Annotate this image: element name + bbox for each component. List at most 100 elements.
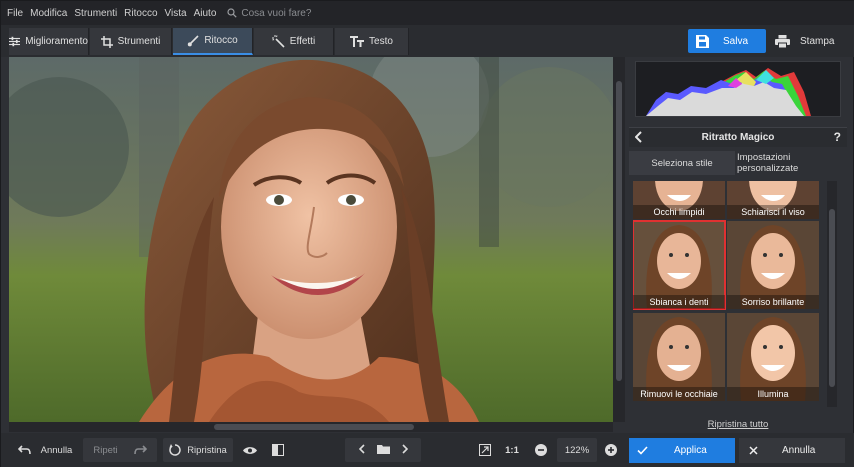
redo-icon <box>133 445 147 455</box>
panel-header: Ritratto Magico ? <box>629 127 847 147</box>
histogram <box>635 61 841 117</box>
portrait-photo <box>9 57 613 422</box>
photo-canvas[interactable] <box>9 57 613 422</box>
histogram-graph <box>646 68 811 116</box>
close-icon <box>749 446 758 455</box>
style-grid: Occhi limpidi Schiarisci il viso Sbianca… <box>633 181 823 411</box>
menu-vista[interactable]: Vista <box>165 8 187 19</box>
tab-label: Effetti <box>289 36 316 47</box>
tab-ritocco[interactable]: Ritocco <box>173 28 253 55</box>
check-icon <box>637 446 648 455</box>
redo-button[interactable]: Ripeti <box>83 438 157 462</box>
tab-label: Strumenti <box>117 36 161 47</box>
style-label: Sbianca i denti <box>633 295 725 309</box>
menu-strumenti[interactable]: Strumenti <box>74 8 117 19</box>
reset-label: Ripristina <box>187 444 227 456</box>
zoom-out-button[interactable] <box>531 438 551 462</box>
open-folder-button[interactable] <box>376 444 390 457</box>
preview-eye-button[interactable] <box>239 438 261 462</box>
subtab-seleziona-stile[interactable]: Seleziona stile <box>629 151 735 175</box>
floppy-icon <box>696 34 709 48</box>
back-button[interactable] <box>634 131 643 146</box>
menu-ritocco[interactable]: Ritocco <box>124 8 157 19</box>
cancel-button[interactable]: Annulla <box>739 438 845 463</box>
menu-aiuto[interactable]: Aiuto <box>194 8 217 19</box>
redo-label: Ripeti <box>93 444 118 456</box>
fit-to-screen-button[interactable] <box>475 438 495 462</box>
chevron-right-icon <box>401 443 408 454</box>
canvas-horizontal-scrollbar[interactable] <box>9 422 613 432</box>
style-label: Rimuovi le occhiaie <box>633 387 725 401</box>
scroll-thumb[interactable] <box>616 81 622 381</box>
sliders-icon <box>9 36 21 47</box>
panel-title: Ritratto Magico <box>701 132 775 143</box>
next-image-button[interactable] <box>401 443 408 457</box>
subtab-impostazioni-personalizzate[interactable]: Impostazioni personalizzate <box>737 151 847 175</box>
chevron-left-icon <box>358 443 365 454</box>
folder-icon <box>376 444 390 454</box>
app-window: File Modifica Strumenti Ritocco Vista Ai… <box>0 0 854 467</box>
chevron-left-icon <box>634 131 642 143</box>
save-button[interactable]: Salva <box>688 29 766 53</box>
save-label: Salva <box>723 35 749 47</box>
help-button[interactable]: ? <box>834 130 841 144</box>
tab-label: Ritocco <box>204 35 238 46</box>
apply-label: Applica <box>674 445 707 456</box>
search-placeholder: Cosa vuoi fare? <box>241 7 312 19</box>
bottom-bar: Annulla Ripeti Ripristina 1:1 122% Appli… <box>1 433 854 467</box>
tab-miglioramento[interactable]: Miglioramento <box>9 28 89 55</box>
tab-label: Testo <box>369 36 393 47</box>
cancel-label: Annulla <box>782 445 816 456</box>
style-sbianca-i-denti[interactable]: Sbianca i denti <box>633 220 726 310</box>
style-rimuovi-le-occhiaie[interactable]: Rimuovi le occhiaie <box>633 313 725 401</box>
undo-label: Annulla <box>40 444 73 456</box>
tab-label: Miglioramento <box>25 36 88 47</box>
magic-wand-icon <box>271 35 285 48</box>
reset-button[interactable]: Ripristina <box>163 438 233 462</box>
main-toolbar: Miglioramento Strumenti Ritocco Effetti … <box>1 25 854 57</box>
tab-strumenti[interactable]: Strumenti <box>90 28 172 55</box>
style-label: Occhi limpidi <box>633 205 725 219</box>
reset-all-link[interactable]: Ripristina tutto <box>629 419 847 430</box>
menu-bar: File Modifica Strumenti Ritocco Vista Ai… <box>1 1 854 25</box>
menu-file[interactable]: File <box>7 8 23 19</box>
style-occhi-limpidi[interactable]: Occhi limpidi <box>633 181 725 219</box>
prev-image-button[interactable] <box>358 443 365 457</box>
undo-button[interactable]: Annulla <box>11 438 79 462</box>
zoom-1to1-button[interactable]: 1:1 <box>501 438 523 462</box>
scroll-thumb[interactable] <box>829 209 835 387</box>
print-label: Stampa <box>800 35 835 47</box>
file-navigation <box>345 438 421 462</box>
printer-icon <box>775 34 790 48</box>
fit-screen-icon <box>479 444 491 456</box>
tab-testo[interactable]: Testo <box>335 28 409 55</box>
style-illumina[interactable]: Illumina <box>727 313 819 401</box>
reset-icon <box>169 444 181 456</box>
zoom-in-button[interactable] <box>601 438 621 462</box>
zoom-level-field[interactable]: 122% <box>557 438 597 462</box>
style-label: Illumina <box>727 387 819 401</box>
text-icon <box>350 36 365 47</box>
canvas-vertical-scrollbar[interactable] <box>613 57 625 422</box>
style-schiarisci-il-viso[interactable]: Schiarisci il viso <box>727 181 819 219</box>
apply-button[interactable]: Applica <box>629 438 735 463</box>
undo-icon <box>17 445 31 455</box>
style-sorriso-brillante[interactable]: Sorriso brillante <box>727 221 819 309</box>
print-button[interactable]: Stampa <box>769 29 847 53</box>
right-panel: Ritratto Magico ? Seleziona stile Impost… <box>629 57 847 437</box>
menu-modifica[interactable]: Modifica <box>30 8 67 19</box>
search-box[interactable]: Cosa vuoi fare? <box>227 8 311 19</box>
style-label: Schiarisci il viso <box>727 205 819 219</box>
brush-icon <box>188 34 199 46</box>
crop-icon <box>100 35 113 48</box>
compare-button[interactable] <box>267 438 289 462</box>
minus-circle-icon <box>535 444 547 456</box>
tab-effetti[interactable]: Effetti <box>254 28 334 55</box>
search-icon <box>227 8 238 18</box>
before-after-icon <box>272 444 284 456</box>
style-label: Sorriso brillante <box>727 295 819 309</box>
style-grid-scrollbar[interactable] <box>827 181 837 407</box>
eye-icon <box>243 446 257 454</box>
scroll-thumb[interactable] <box>214 424 414 430</box>
plus-circle-icon <box>605 444 617 456</box>
